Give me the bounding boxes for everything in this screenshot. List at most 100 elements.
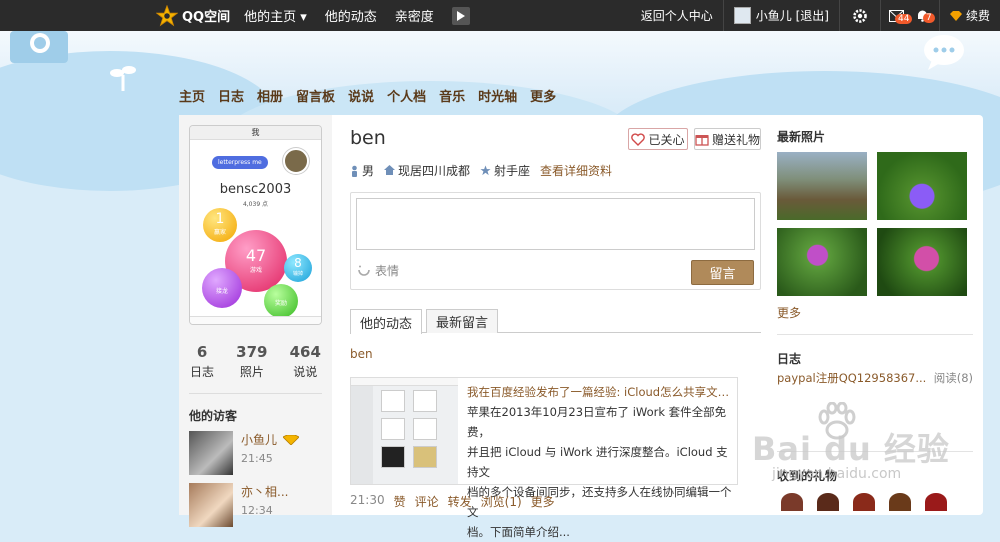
renew-button[interactable]: 续费 [940, 7, 1000, 24]
photo-thumb[interactable] [877, 228, 967, 296]
play-button[interactable] [451, 6, 470, 25]
notify-badge: 7 [922, 13, 935, 23]
share-button[interactable]: 转发 [448, 493, 472, 510]
gear-icon [853, 8, 867, 23]
post-message-button[interactable]: 留言 [691, 260, 754, 285]
nav-guestbook[interactable]: 留言板 [296, 86, 335, 105]
view-details-link[interactable]: 查看详细资料 [540, 162, 612, 179]
visitor-name[interactable]: 亦丶相... [241, 483, 288, 500]
emoji-button[interactable]: 表情 [357, 262, 399, 279]
diamond-icon [949, 10, 962, 21]
follow-button[interactable]: 已关心 [628, 128, 688, 150]
phone-score: 4,039 点 [242, 201, 269, 208]
nav-profile[interactable]: 个人档 [387, 86, 426, 105]
nav-music[interactable]: 音乐 [439, 86, 465, 105]
bubble-relay: 接龙 [202, 268, 242, 308]
message-input[interactable] [356, 198, 755, 250]
home-icon [384, 165, 396, 175]
profile-cover-image[interactable]: 我 letterpress me bensc2003 4,039 点 1 赢家 … [189, 125, 322, 325]
visitors-title: 他的访客 [189, 409, 238, 423]
visitor-time: 12:34 [241, 504, 273, 517]
stat-blogs[interactable]: 6 日志 [190, 343, 214, 380]
settings-button[interactable] [840, 8, 880, 24]
top-nav-intimacy[interactable]: 亲密度 [395, 6, 434, 25]
nav-shuoshuo[interactable]: 说说 [348, 86, 374, 105]
gift-icon [695, 135, 709, 146]
main-nav: 主页 日志 相册 留言板 说说 个人档 音乐 时光轴 更多 [179, 86, 569, 105]
feed-author[interactable]: ben [350, 347, 373, 361]
visitor-item[interactable]: 小鱼儿 21:45 [189, 431, 329, 475]
photo-thumb[interactable] [877, 152, 967, 220]
views-link[interactable]: 浏览(1) [481, 493, 522, 510]
feed-time: 21:30 [350, 493, 385, 507]
visitor-avatar[interactable] [189, 431, 233, 475]
nav-blog[interactable]: 日志 [218, 86, 244, 105]
stat-photos[interactable]: 379 照片 [236, 343, 267, 380]
tab-latest-messages[interactable]: 最新留言 [426, 309, 499, 333]
play-icon [456, 10, 465, 21]
top-right: 返回个人中心 小鱼儿 [退出] 44 7 续费 [631, 0, 1000, 31]
mail-button[interactable]: 44 [881, 9, 913, 24]
user-avatar [733, 7, 751, 24]
tab-his-feed[interactable]: 他的动态 [350, 309, 423, 334]
feed-title[interactable]: 我在百度经验发布了一篇经验: iCloud怎么共享文档 iC... [467, 382, 735, 402]
visitor-avatar[interactable] [189, 483, 233, 527]
blog-item[interactable]: paypal注册QQ12958367... 阅读(8) [777, 370, 973, 386]
top-nav-feed[interactable]: 他的动态 [325, 6, 377, 25]
gift-item[interactable] [889, 493, 911, 511]
star-logo-icon [156, 4, 178, 26]
user-menu[interactable]: 小鱼儿 [退出] [724, 7, 839, 24]
phone-username: bensc2003 [219, 182, 292, 197]
profile-info: 男 现居四川成都 射手座 查看详细资料 [350, 162, 622, 179]
photo-thumb[interactable] [777, 152, 867, 220]
gift-item[interactable] [925, 493, 947, 511]
nav-album[interactable]: 相册 [257, 86, 283, 105]
top-nav-home[interactable]: 他的主页 ▾ [244, 6, 307, 25]
comment-button[interactable]: 评论 [415, 493, 439, 510]
top-bar: QQ空间 他的主页 ▾ 他的动态 亲密度 返回个人中心 小鱼儿 [退出] 44 [0, 0, 1000, 31]
personal-center-link[interactable]: 返回个人中心 [631, 7, 723, 24]
bubble-reward: 奖励 [264, 284, 298, 318]
feed-actions: 21:30 赞 评论 转发 浏览(1) 更多 [350, 493, 564, 510]
visitor-time: 21:45 [241, 452, 273, 465]
gift-item[interactable] [781, 493, 803, 511]
stat-shuoshuo[interactable]: 464 说说 [290, 343, 321, 380]
phone-avatar [283, 148, 309, 174]
vip-badge-icon [283, 434, 300, 445]
more-button[interactable]: 更多 [531, 493, 555, 510]
star-sign-icon [480, 165, 491, 176]
blog-item-title[interactable]: paypal注册QQ12958367... [777, 370, 926, 386]
qzone-logo[interactable]: QQ空间 [156, 4, 230, 27]
nav-timeline[interactable]: 时光轴 [478, 86, 517, 105]
feed-thumbnail[interactable] [351, 378, 458, 484]
zodiac-text: 射手座 [494, 164, 531, 178]
notify-button[interactable]: 7 [912, 9, 939, 23]
bubble-winner: 1 赢家 [203, 208, 237, 242]
like-button[interactable]: 赞 [394, 493, 406, 510]
photos-more-link[interactable]: 更多 [777, 304, 801, 321]
phone-toolbar [190, 316, 321, 324]
male-icon [352, 165, 357, 177]
phone-bubble: letterpress me [212, 156, 268, 169]
feed-tabs: 他的动态 最新留言 [350, 309, 761, 334]
feed-card[interactable]: 我在百度经验发布了一篇经验: iCloud怎么共享文档 iC... 苹果在201… [350, 377, 738, 539]
profile-stats: 6 日志 379 照片 464 说说 [179, 343, 332, 380]
gift-item[interactable] [853, 493, 875, 511]
bubble-lost: 8 输掉 [284, 254, 312, 282]
phone-header: 我 [190, 126, 321, 140]
left-column: 我 letterpress me bensc2003 4,039 点 1 赢家 … [179, 115, 332, 527]
feed-text: 我在百度经验发布了一篇经验: iCloud怎么共享文档 iC... 苹果在201… [467, 382, 735, 542]
send-gift-button[interactable]: 赠送礼物 [694, 128, 761, 150]
gift-item[interactable] [817, 493, 839, 511]
watermark-text: Bai du 经验 [752, 430, 950, 468]
visitor-item[interactable]: 亦丶相... 12:34 [189, 483, 329, 527]
latest-photos-title: 最新照片 [777, 130, 826, 144]
visitor-name[interactable]: 小鱼儿 [241, 431, 277, 448]
nav-home[interactable]: 主页 [179, 86, 205, 105]
nav-more[interactable]: 更多 [530, 86, 556, 105]
follow-label: 已关心 [648, 132, 685, 147]
mail-badge: 44 [894, 13, 913, 24]
top-nav: 他的主页 ▾ 他的动态 亲密度 [244, 6, 470, 25]
photo-thumb[interactable] [777, 228, 867, 296]
user-label: 小鱼儿 [退出] [755, 9, 829, 23]
